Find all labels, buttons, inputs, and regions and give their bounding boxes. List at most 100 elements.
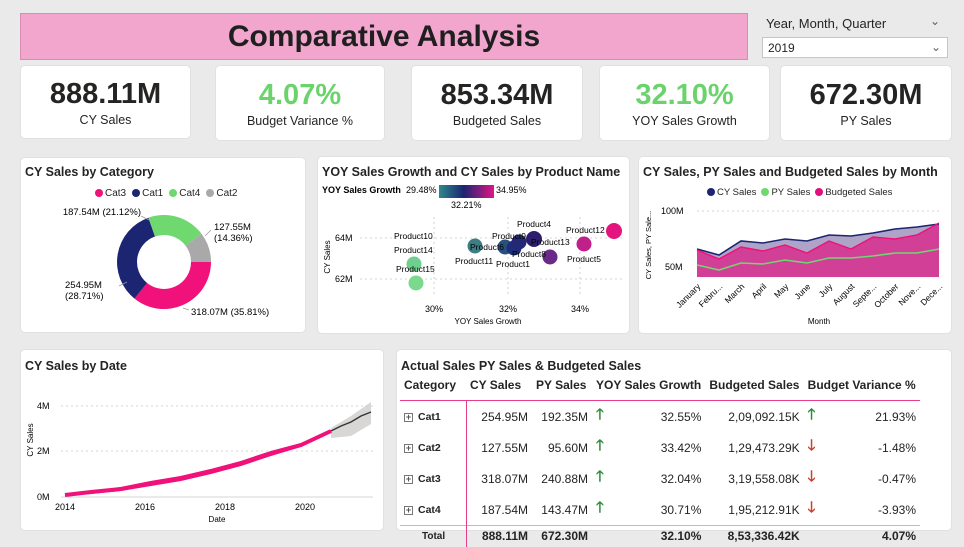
monthly-area-chart[interactable]: CY Sales, PY Sale... 100M 50M January Fe…	[639, 157, 951, 333]
category-cell[interactable]: + Cat4	[400, 494, 467, 526]
budget-cell: 2,09,092.15K	[728, 409, 800, 424]
col-header-budget-variance[interactable]: Budget Variance %	[803, 373, 920, 401]
cy-sales-cell: 254.95M	[481, 409, 528, 424]
category-cell[interactable]: + Cat3	[400, 463, 467, 494]
point-label: Product1	[496, 259, 530, 269]
total-variance: 4.07%	[823, 525, 920, 547]
category-cell[interactable]: + Cat1	[400, 400, 467, 432]
svg-text:April: April	[749, 281, 768, 300]
donut-label-cat3: 318.07M (35.81%)	[191, 307, 269, 318]
year-slicer-dropdown[interactable]: 2019 ⌄	[762, 37, 948, 58]
svg-text:March: March	[723, 281, 747, 305]
x-tick: 34%	[571, 304, 589, 314]
yoy-cell: 32.04%	[660, 471, 702, 486]
gradient-legend-bar	[439, 185, 494, 198]
chevron-down-icon[interactable]: ⌄	[930, 14, 940, 28]
kpi-value: 853.34M	[440, 78, 554, 111]
donut-label-cat4: 187.54M (21.12%)	[63, 207, 141, 218]
arrow-up-icon: 🡑	[596, 468, 604, 485]
col-header-yoy-growth[interactable]: YOY Sales Growth	[592, 373, 706, 401]
point-label: Product10	[394, 231, 433, 241]
arrow-down-icon: 🡓	[807, 499, 816, 516]
kpi-card-yoy-growth: 32.10% YOY Sales Growth	[600, 66, 769, 140]
cy-sales-cell: 318.07M	[481, 471, 528, 486]
total-yoy: 32.10%	[612, 525, 706, 547]
expand-icon[interactable]: +	[404, 412, 413, 422]
kpi-label: PY Sales	[840, 113, 892, 128]
col-header-budgeted-sales[interactable]: Budgeted Sales	[705, 373, 804, 401]
date-line-chart[interactable]: CY Sales 4M 2M 0M 2014 2016 2018 2020 Da…	[21, 350, 383, 530]
category-cell[interactable]: + Cat2	[400, 432, 467, 463]
point-label: Product11	[455, 256, 493, 266]
x-tick: 30%	[425, 304, 443, 314]
kpi-label: Budget Variance %	[246, 113, 354, 128]
kpi-card-budget-variance: 4.07% Budget Variance %	[216, 66, 384, 140]
arrow-up-icon: 🡑	[596, 499, 604, 516]
y-tick: 2M	[37, 446, 50, 456]
y-tick: 50M	[665, 262, 683, 272]
col-header-cy-sales[interactable]: CY Sales	[466, 373, 532, 401]
point-label: Product4	[517, 219, 551, 229]
point-label: Product13	[531, 237, 570, 247]
y-tick: 4M	[37, 401, 50, 411]
kpi-label: CY Sales	[79, 112, 132, 127]
py-sales-cell: 240.88M	[541, 471, 588, 486]
point-label: Product12	[566, 225, 605, 235]
sales-matrix-table[interactable]: Category CY Sales PY Sales YOY Sales Gro…	[400, 373, 920, 547]
kpi-card-budgeted-sales: 853.34M Budgeted Sales	[412, 66, 582, 140]
scatter-point[interactable]	[576, 236, 592, 252]
budget-cell: 3,19,558.08K	[728, 471, 800, 486]
date-line-chart-card[interactable]: CY Sales by Date CY Sales 4M 2M 0M 2014 …	[21, 350, 383, 530]
table-row[interactable]: + Cat2 127.55M 95.60M 🡑 33.42% 1,29,473.2…	[400, 432, 920, 463]
variance-cell: -0.47%	[877, 471, 916, 486]
gradient-min: 29.48%	[406, 185, 437, 195]
kpi-value: 4.07%	[258, 78, 342, 111]
x-tick: 32%	[499, 304, 517, 314]
donut-label-cat2-pct: (14.36%)	[214, 233, 253, 244]
scatter-point[interactable]	[408, 275, 424, 291]
expand-icon[interactable]: +	[404, 474, 413, 484]
y-axis-title: CY Sales	[323, 240, 332, 273]
arrow-down-icon: 🡓	[807, 437, 816, 454]
scatter-chart-card[interactable]: YOY Sales Growth and CY Sales by Product…	[318, 157, 629, 333]
expand-icon[interactable]: +	[404, 443, 413, 453]
table-row[interactable]: + Cat3 318.07M 240.88M 🡑 32.04% 3,19,558.…	[400, 463, 920, 494]
scatter-point[interactable]	[606, 223, 622, 239]
donut-slice-cat3[interactable]	[134, 262, 212, 310]
scatter-chart[interactable]: YOY Sales Growth 29.48% 34.95% 32.21% CY…	[318, 157, 629, 333]
x-tick: 2018	[215, 502, 235, 512]
x-axis-title: YOY Sales Growth	[455, 317, 522, 326]
donut-label-cat1-pct: (28.71%)	[65, 291, 104, 302]
y-axis-title: CY Sales, PY Sale...	[644, 211, 653, 280]
expand-icon[interactable]: +	[404, 505, 413, 515]
col-header-py-sales[interactable]: PY Sales	[532, 373, 592, 401]
kpi-label: Budgeted Sales	[452, 113, 542, 128]
total-budget: 8,53,336.42K	[705, 525, 804, 547]
kpi-label: YOY Sales Growth	[632, 113, 737, 128]
arrow-up-icon: 🡑	[596, 437, 604, 454]
budget-cell: 1,29,473.29K	[728, 440, 800, 455]
col-header-category[interactable]: Category	[400, 373, 466, 401]
monthly-area-chart-card[interactable]: CY Sales, PY Sales and Budgeted Sales by…	[639, 157, 951, 333]
donut-chart[interactable]: 187.54M (21.12%) 127.55M (14.36%) 254.95…	[21, 158, 305, 332]
chevron-down-icon: ⌄	[930, 40, 941, 54]
page-title: Comparative Analysis	[20, 13, 748, 60]
donut-chart-card[interactable]: CY Sales by Category Cat3 Cat1 Cat4 Cat2…	[21, 158, 305, 332]
y-tick: 100M	[661, 206, 684, 216]
svg-text:January: January	[674, 281, 703, 310]
donut-label-cat2: 127.55M	[214, 222, 251, 233]
svg-text:June: June	[792, 281, 812, 301]
svg-text:Nove...: Nove...	[896, 281, 922, 307]
py-sales-cell: 95.60M	[547, 440, 588, 455]
total-py-sales: 672.30M	[532, 525, 592, 547]
kpi-value: 888.11M	[49, 77, 162, 110]
table-row[interactable]: + Cat4 187.54M 143.47M 🡑 30.71% 1,95,212.…	[400, 494, 920, 526]
y-tick: 0M	[37, 492, 50, 502]
point-label: Product15	[396, 264, 435, 274]
variance-cell: -1.48%	[877, 440, 916, 455]
yoy-cell: 30.71%	[660, 502, 702, 517]
py-sales-cell: 143.47M	[541, 502, 588, 517]
table-row[interactable]: + Cat1 254.95M 192.35M 🡑 32.55% 2,09,092.…	[400, 400, 920, 432]
x-axis-title: Date	[209, 515, 226, 524]
kpi-value: 672.30M	[809, 78, 923, 111]
